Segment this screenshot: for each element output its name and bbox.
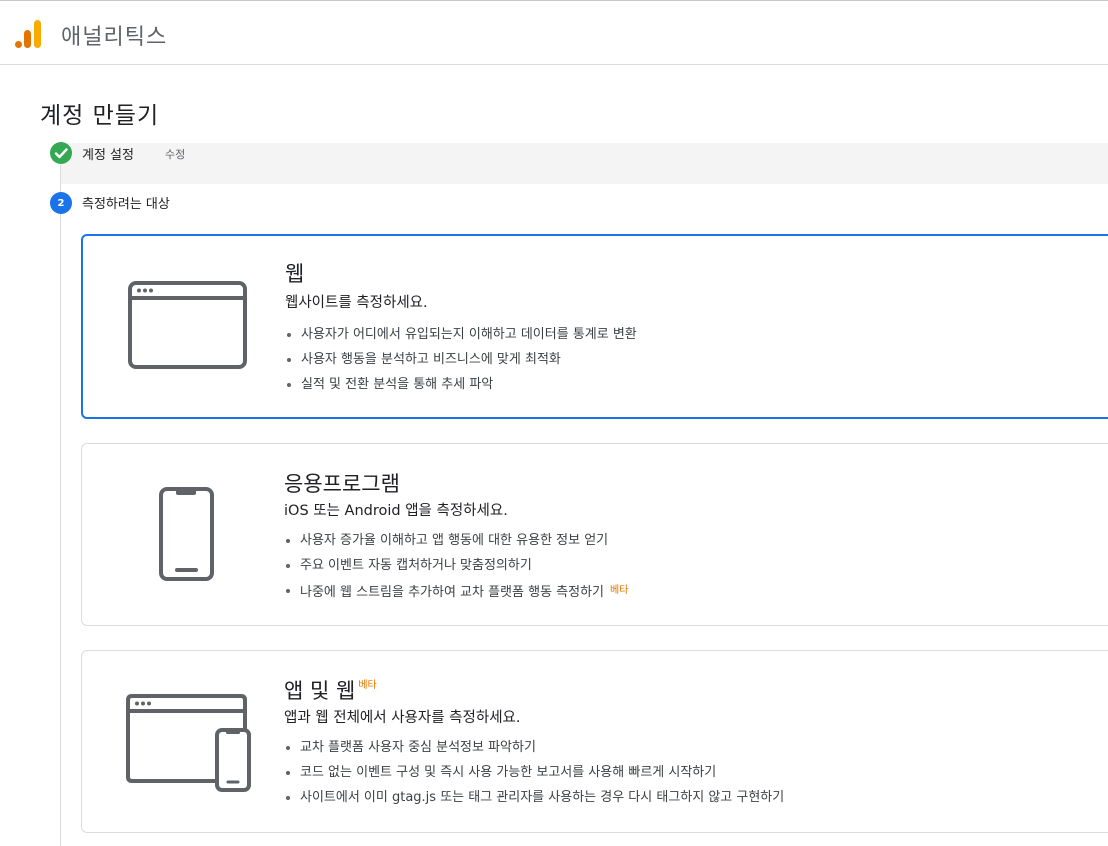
step-account-setup-row xyxy=(60,143,1108,184)
option-subtitle-web: 웹사이트를 측정하세요. xyxy=(285,295,428,311)
option-title-app-and-web: 앱 및 웹 베타 xyxy=(284,675,377,705)
option-title-app: 응용프로그램 xyxy=(284,472,400,496)
list-item: 주요 이벤트 자동 캡처하거나 맞춤정의하기 xyxy=(284,553,628,578)
stepper-line xyxy=(60,165,61,846)
list-item: 사용자 증가율 이해하고 앱 행동에 대한 유용한 정보 얻기 xyxy=(284,528,628,553)
option-bullets-app-and-web: 교차 플랫폼 사용자 중심 분석정보 파악하기 코드 없는 이벤트 구성 및 즉… xyxy=(284,735,784,810)
list-item: 실적 및 전환 분석을 통해 추세 파악 xyxy=(285,372,637,397)
list-item: 교차 플랫폼 사용자 중심 분석정보 파악하기 xyxy=(284,735,784,760)
option-bullets-web: 사용자가 어디에서 유입되는지 이해하고 데이터를 통계로 변환 사용자 행동을… xyxy=(285,322,637,397)
option-card-web[interactable]: 웹 웹사이트를 측정하세요. 사용자가 어디에서 유입되는지 이해하고 데이터를… xyxy=(81,234,1108,419)
browser-and-phone-icon xyxy=(126,694,251,792)
step-edit-link[interactable]: 수정 xyxy=(165,146,185,162)
beta-badge: 베타 xyxy=(610,585,629,596)
option-subtitle-app-and-web: 앱과 웹 전체에서 사용자를 측정하세요. xyxy=(284,710,521,726)
beta-badge: 베타 xyxy=(358,680,377,691)
list-item: 사이트에서 이미 gtag.js 또는 태그 관리자를 사용하는 경우 다시 태… xyxy=(284,785,784,810)
app-title: 애널리틱스 xyxy=(61,25,168,50)
option-card-app[interactable]: 응용프로그램 iOS 또는 Android 앱을 측정하세요. 사용자 증가율 … xyxy=(81,443,1108,626)
option-subtitle-app: iOS 또는 Android 앱을 측정하세요. xyxy=(284,503,508,519)
step-complete-check-icon xyxy=(50,142,72,164)
option-bullets-app: 사용자 증가율 이해하고 앱 행동에 대한 유용한 정보 얻기 주요 이벤트 자… xyxy=(284,528,628,603)
step-2-number: 2 xyxy=(50,192,72,214)
analytics-logo-icon[interactable] xyxy=(14,18,42,50)
step-measure-target-label: 측정하려는 대상 xyxy=(82,197,170,212)
page-title: 계정 만들기 xyxy=(40,103,160,129)
option-title-text: 앱 및 웹 xyxy=(284,679,356,703)
option-title-web: 웹 xyxy=(285,262,305,286)
option-card-app-and-web[interactable]: 앱 및 웹 베타 앱과 웹 전체에서 사용자를 측정하세요. 교차 플랫폼 사용자… xyxy=(81,650,1108,833)
browser-window-icon xyxy=(128,281,247,369)
list-item: 코드 없는 이벤트 구성 및 즉시 사용 가능한 보고서를 사용해 빠르게 시작… xyxy=(284,760,784,785)
list-item: 나중에 웹 스트림을 추가하여 교차 플랫폼 행동 측정하기 베타 xyxy=(284,578,628,603)
step-account-setup-label: 계정 설정 xyxy=(82,148,134,163)
list-item: 사용자가 어디에서 유입되는지 이해하고 데이터를 통계로 변환 xyxy=(285,322,637,347)
mobile-phone-icon xyxy=(159,487,214,581)
list-item-text: 나중에 웹 스트림을 추가하여 교차 플랫폼 행동 측정하기 xyxy=(300,585,605,600)
app-bar: 애널리틱스 xyxy=(0,0,1108,65)
list-item: 사용자 행동을 분석하고 비즈니스에 맞게 최적화 xyxy=(285,347,637,372)
